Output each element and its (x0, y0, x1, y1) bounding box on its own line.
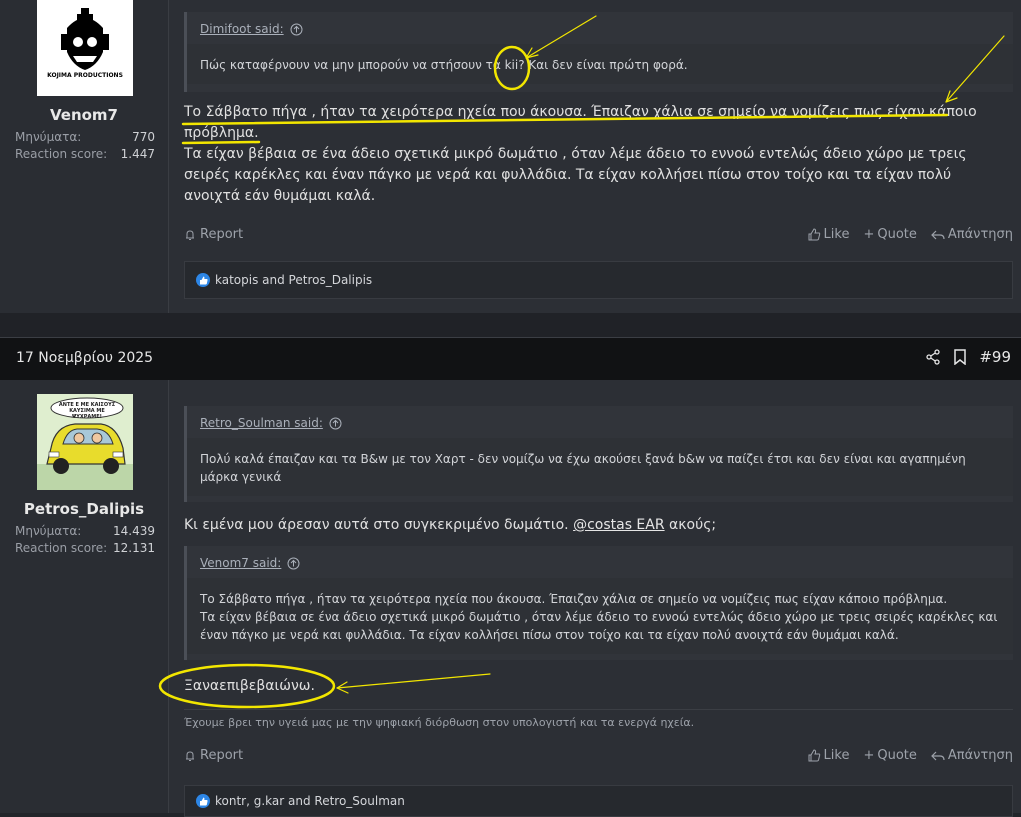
like-button[interactable]: Like (808, 227, 850, 242)
like-reaction-icon (196, 273, 210, 287)
stat-label: Reaction score: (15, 147, 108, 161)
reply-label[interactable]: Απάντηση (948, 227, 1013, 242)
reply-button[interactable]: Απάντηση (931, 227, 1013, 242)
user-pane: KOJIMA PRODUCTIONS Venom7 Μηνύματα: 770 … (0, 0, 169, 313)
username[interactable]: Venom7 (0, 106, 168, 124)
reply-label[interactable]: Απάντηση (948, 748, 1013, 763)
thumbs-up-icon (808, 749, 820, 762)
reactions-text[interactable]: kontr, g.kar and Retro_Soulman (215, 794, 405, 808)
post-separator (0, 313, 1021, 337)
arrow-up-circle-icon[interactable] (290, 23, 303, 36)
stat-label: Μηνύματα: (15, 130, 82, 144)
username[interactable]: Petros_Dalipis (0, 500, 168, 518)
quote-label[interactable]: Quote (877, 748, 917, 763)
bell-icon (186, 750, 194, 761)
report-label[interactable]: Report (200, 748, 243, 763)
quote-body: Το Σάββατο πήγα , ήταν τα χειρότερα ηχεί… (187, 578, 1013, 654)
post-text-segment: Κι εμένα μου άρεσαν αυτά στο συγκεκριμέν… (184, 517, 574, 533)
report-label[interactable]: Report (200, 227, 243, 242)
quote-body: Πολύ καλά έπαιζαν και τα B&w με τον Χαρτ… (187, 438, 1013, 496)
stat-value: 14.439 (113, 524, 155, 538)
user-pane: ΑΝΤΕ Ε ΜΕ ΚΑΙΣΟΥΣ ΚΑΥΣΙΜΑ ΜΕ ΨΥΧΡΑΜΕ! Pe… (0, 380, 169, 813)
like-label[interactable]: Like (824, 748, 850, 763)
post-text-paragraph: Τα είχαν βέβαια σε ένα άδειο σχετικά μικ… (184, 146, 967, 204)
avatar-caption: ΑΝΤΕ Ε ΜΕ ΚΑΙΣΟΥΣ ΚΑΥΣΙΜΑ ΜΕ ΨΥΧΡΑΜΕ! (58, 402, 116, 420)
post-text-line: πρόβλημα. (184, 125, 259, 141)
share-icon[interactable] (925, 349, 941, 365)
post-content: Dimifoot said: Πώς καταφέρνουν να μην μπ… (168, 0, 1021, 313)
reply-button[interactable]: Απάντηση (931, 748, 1013, 763)
stat-reaction-score: Reaction score: 12.131 (15, 541, 155, 555)
quote-author[interactable]: Dimifoot said: (187, 12, 1013, 36)
quote-button[interactable]: + Quote (863, 227, 916, 242)
plus-icon: + (863, 227, 875, 242)
quote-line: Τα είχαν βέβαια σε ένα άδειο σχετικά μικ… (200, 610, 998, 642)
quote-line: Το Σάββατο πήγα , ήταν τα χειρότερα ηχεί… (200, 592, 948, 606)
like-label[interactable]: Like (824, 227, 850, 242)
stat-value: 1.447 (120, 147, 155, 161)
reactions-bar[interactable]: katopis and Petros_Dalipis (184, 261, 1013, 299)
bell-icon (186, 229, 194, 240)
avatar-caption: KOJIMA PRODUCTIONS (47, 72, 123, 79)
reactions-bar[interactable]: kontr, g.kar and Retro_Soulman (184, 785, 1013, 817)
quote-author[interactable]: Retro_Soulman said: (187, 406, 1013, 430)
quote-button[interactable]: + Quote (863, 748, 916, 763)
report-button[interactable]: Report (184, 748, 243, 763)
like-button[interactable]: Like (808, 748, 850, 763)
post-petros-dalipis: ΑΝΤΕ Ε ΜΕ ΚΑΙΣΟΥΣ ΚΑΥΣΙΜΑ ΜΕ ΨΥΧΡΑΜΕ! Pe… (0, 380, 1021, 817)
post-date[interactable]: 17 Νοεμβρίου 2025 (16, 350, 153, 366)
like-reaction-icon (196, 794, 210, 808)
thumbs-up-icon (808, 228, 820, 241)
user-mention-link[interactable]: @costas EAR (573, 517, 665, 533)
stat-label: Μηνύματα: (15, 524, 82, 538)
quote-author[interactable]: Venom7 said: (187, 546, 1013, 570)
bookmark-icon[interactable] (953, 349, 967, 365)
kojima-logo-icon (37, 0, 133, 96)
stat-value: 770 (132, 130, 155, 144)
quote-block: Retro_Soulman said: Πολύ καλά έπαιζαν κα… (184, 406, 1013, 502)
quote-label[interactable]: Quote (877, 227, 917, 242)
reply-icon (931, 230, 945, 239)
stat-messages: Μηνύματα: 14.439 (15, 524, 155, 538)
quote-block: Dimifoot said: Πώς καταφέρνουν να μην μπ… (184, 12, 1013, 92)
post-content: Retro_Soulman said: Πολύ καλά έπαιζαν κα… (168, 380, 1021, 817)
arrow-up-circle-icon[interactable] (329, 417, 342, 430)
post-number[interactable]: #99 (979, 348, 1011, 366)
reactions-text[interactable]: katopis and Petros_Dalipis (215, 273, 372, 287)
quote-author-label[interactable]: Venom7 said: (200, 556, 281, 570)
post-actions: Report Like + Quote Απάντηση (184, 227, 1013, 245)
post-venom7: KOJIMA PRODUCTIONS Venom7 Μηνύματα: 770 … (0, 0, 1021, 313)
post-text: Το Σάββατο πήγα , ήταν τα χειρότερα ηχεί… (184, 102, 1005, 207)
stat-value: 12.131 (113, 541, 155, 555)
report-button[interactable]: Report (184, 227, 243, 242)
quote-author-label[interactable]: Retro_Soulman said: (200, 416, 323, 430)
stat-label: Reaction score: (15, 541, 108, 555)
stat-messages: Μηνύματα: 770 (15, 130, 155, 144)
post-text-segment: ακούς; (664, 517, 717, 533)
post-actions: Report Like + Quote Απάντηση (184, 748, 1013, 766)
plus-icon: + (863, 748, 875, 763)
avatar[interactable]: KOJIMA PRODUCTIONS (37, 0, 133, 96)
reply-icon (931, 751, 945, 760)
stat-reaction-score: Reaction score: 1.447 (15, 147, 155, 161)
post-text-line: Το Σάββατο πήγα , ήταν τα χειρότερα ηχεί… (184, 104, 977, 120)
arrow-up-circle-icon[interactable] (287, 557, 300, 570)
post-text: Ξαναεπιβεβαιώνω. (184, 678, 315, 694)
post-date-bar: 17 Νοεμβρίου 2025 #99 (0, 337, 1021, 381)
quote-body: Πώς καταφέρνουν να μην μπορούν να στήσου… (187, 44, 1013, 84)
post-text: Κι εμένα μου άρεσαν αυτά στο συγκεκριμέν… (184, 515, 1005, 536)
signature: Έχουμε βρει την υγειά μας με την ψηφιακή… (184, 709, 1013, 729)
quote-block: Venom7 said: Το Σάββατο πήγα , ήταν τα χ… (184, 546, 1013, 660)
avatar[interactable]: ΑΝΤΕ Ε ΜΕ ΚΑΙΣΟΥΣ ΚΑΥΣΙΜΑ ΜΕ ΨΥΧΡΑΜΕ! (37, 394, 133, 490)
quote-author-label[interactable]: Dimifoot said: (200, 22, 284, 36)
